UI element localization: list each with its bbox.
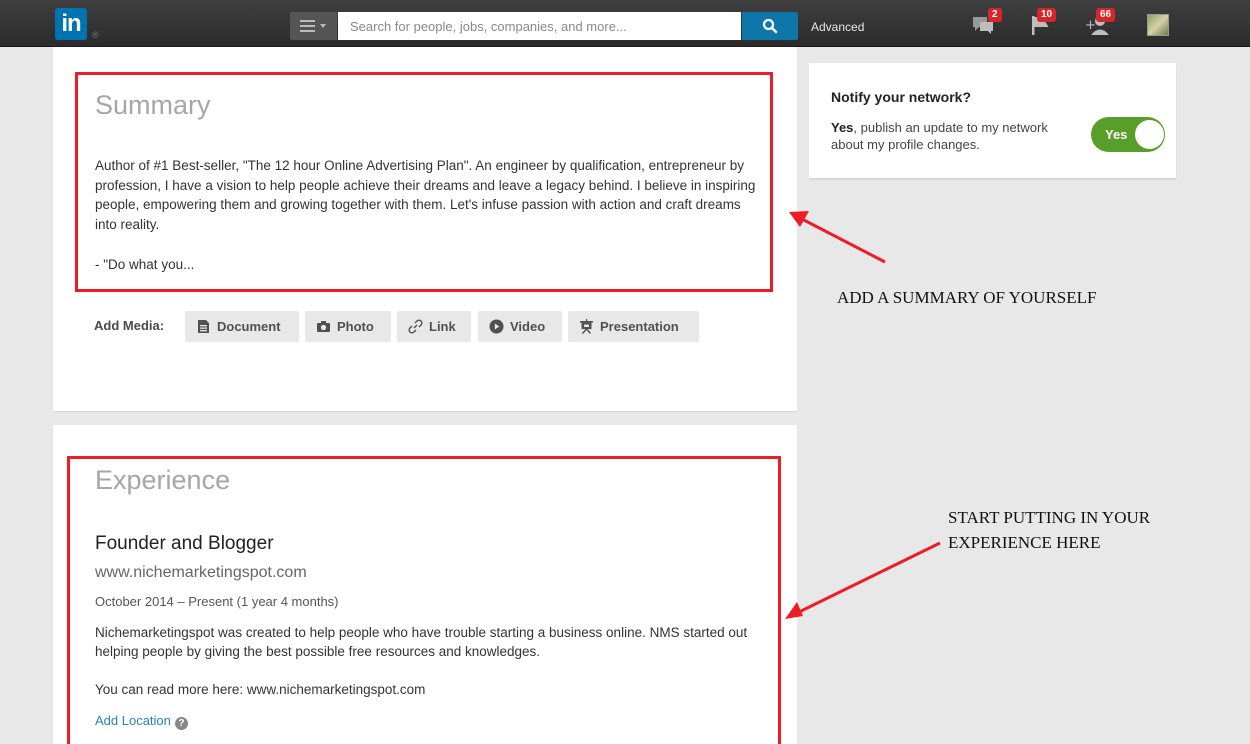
experience-annotation-line1: START PUTTING IN YOUR xyxy=(948,508,1151,527)
summary-arrow xyxy=(789,211,886,264)
annotation-arrows xyxy=(785,211,941,619)
summary-annotation: ADD A SUMMARY OF YOURSELF xyxy=(837,288,1097,307)
experience-arrow xyxy=(785,541,941,619)
experience-annotation-line2: EXPERIENCE HERE xyxy=(948,533,1101,552)
